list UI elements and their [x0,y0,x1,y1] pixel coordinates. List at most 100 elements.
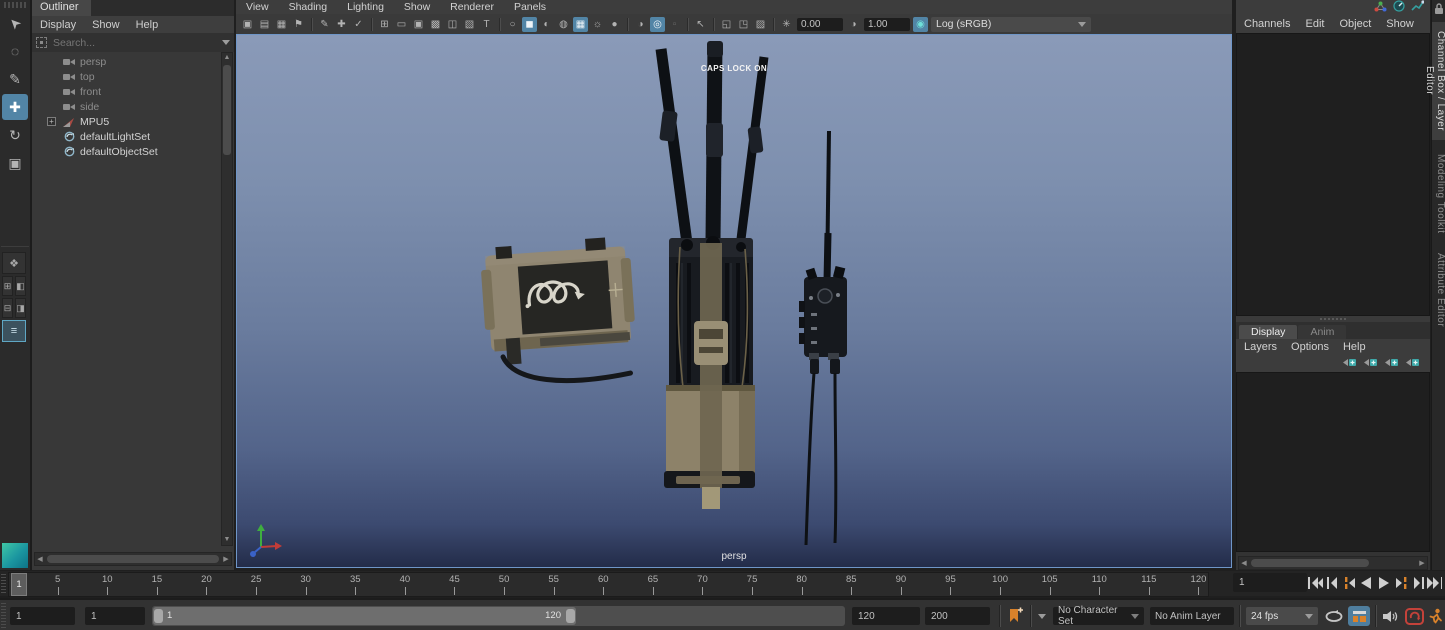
grease-pencil-icon[interactable]: ✓ [351,17,366,32]
range-end-handle[interactable] [566,609,575,623]
play-forwards-button[interactable] [1375,572,1391,594]
range-bar-grip[interactable] [1,603,6,629]
panel-splitter[interactable] [1236,316,1430,322]
search-options-caret-icon[interactable] [222,40,230,45]
move-layer-up-icon[interactable] [1343,357,1357,371]
time-slider-grip[interactable] [1,574,6,593]
viewport-menu-lighting[interactable]: Lighting [347,1,384,13]
texture-checker-icon[interactable]: ▦ [573,17,588,32]
isolate-select-icon[interactable]: ↖ [693,17,708,32]
motion-blur-icon[interactable]: ◑ [633,17,648,32]
xray-icon[interactable]: ◳ [736,17,751,32]
outliner-item-defaultObjectSet[interactable]: defaultObjectSet [32,144,222,159]
mute-speaker-icon[interactable] [1381,606,1401,626]
field-chart-icon[interactable]: ◫ [445,17,460,32]
view-transform-select[interactable]: Log (sRGB) [931,17,1091,32]
safe-title-icon[interactable]: T [479,17,494,32]
rotate-tool[interactable]: ↻ [2,122,28,148]
outliner-item-top[interactable]: top [32,69,222,84]
grid-icon[interactable]: ⊞ [377,17,392,32]
paint-select-tool[interactable]: ✎ [2,66,28,92]
pan-zoom-2d-icon[interactable]: ✚ [334,17,349,32]
persp-side-layout[interactable]: ◧ [15,276,26,296]
single-pane-layout[interactable]: ❖ [2,252,26,274]
channel-box-empty-area[interactable] [1236,33,1430,316]
outliner-horizontal-scrollbar[interactable]: ◀ ▶ [34,552,232,566]
graph-icon[interactable] [1411,0,1424,15]
playback-end-field[interactable]: 120 [852,607,920,625]
playback-range-bar[interactable]: 1 120 [153,607,576,625]
outliner-item-MPU5[interactable]: +MPU5 [32,114,222,129]
outliner-menu-help[interactable]: Help [136,19,159,31]
viewport-menu-renderer[interactable]: Renderer [450,1,494,13]
image-plane-icon[interactable]: ✎ [317,17,332,32]
tab-display[interactable]: Display [1239,325,1297,339]
range-slider-track[interactable]: 1 120 [152,606,845,626]
outliner-menu-display[interactable]: Display [40,19,76,31]
anim-layer-select[interactable]: No Anim Layer [1150,607,1234,625]
layer-editor-horizontal-scrollbar[interactable]: ◀ ▶ [1238,556,1428,570]
outliner-persp-layout[interactable]: ≡ [2,320,26,342]
filter-icon[interactable] [36,37,47,48]
scale-tool[interactable]: ▣ [2,150,28,176]
viewport-menu-shading[interactable]: Shading [289,1,328,13]
outliner-vertical-scrollbar[interactable]: ▲ ▼ [221,52,233,546]
model-manpack-radio[interactable] [659,41,764,509]
scrollbar-thumb[interactable] [223,65,231,155]
safe-action-icon[interactable]: ▧ [462,17,477,32]
scroll-up-icon[interactable]: ▲ [222,53,232,63]
layer-menu-layers[interactable]: Layers [1244,341,1277,353]
current-frame-marker[interactable]: 1 [11,573,27,596]
camera-attributes-icon[interactable]: ▤ [257,17,272,32]
play-backwards-button[interactable] [1358,572,1374,594]
set-key-icon[interactable] [1004,606,1024,626]
view-transform-icon[interactable]: ◉ [913,17,928,32]
expand-icon[interactable]: + [47,117,56,126]
screen-space-ao-icon[interactable]: ● [607,17,622,32]
stacked-pane-layout[interactable]: ⊟ [2,298,13,318]
layer-menu-options[interactable]: Options [1291,341,1329,353]
fps-select[interactable]: 24 fps [1246,607,1318,625]
viewport-menu-view[interactable]: View [246,1,269,13]
film-gate-icon[interactable]: ▭ [394,17,409,32]
layer-menu-help[interactable]: Help [1343,341,1366,353]
contrast-icon[interactable]: ◑ [846,17,861,32]
playback-start-field[interactable]: 1 [85,607,145,625]
go-to-start-button[interactable] [1307,572,1323,594]
camera-settings-icon[interactable]: ▦ [274,17,289,32]
search-input[interactable] [51,35,218,51]
xray-joints-icon[interactable]: ▨ [753,17,768,32]
outliner-item-front[interactable]: front [32,84,222,99]
channel-box-menu-edit[interactable]: Edit [1305,18,1324,30]
scroll-left-icon[interactable]: ◀ [35,555,45,563]
character-set-select[interactable]: No Character Set [1053,607,1144,625]
bookmark-icon[interactable]: ⚑ [291,17,306,32]
viewport-menu-panels[interactable]: Panels [514,1,546,13]
select-tool[interactable]: ➤ [2,10,28,36]
side-tab-attribute-editor[interactable]: Attribute Editor [1432,246,1445,334]
model-tablet-device[interactable] [479,236,638,387]
auto-keyframe-icon[interactable] [1404,606,1424,626]
resolution-gate-icon[interactable]: ▣ [411,17,426,32]
time-slider-track[interactable]: 5101520253035404550556065707580859095100… [8,572,1209,597]
move-tool[interactable]: ✚ [2,94,28,120]
outliner-item-persp[interactable]: persp [32,54,222,69]
exposure-field[interactable]: 0.00 [797,18,843,31]
wireframe-on-shaded-icon[interactable]: ◱ [719,17,734,32]
go-to-end-button[interactable] [1426,572,1442,594]
outliner-item-side[interactable]: side [32,99,222,114]
step-back-frame-button[interactable] [1324,572,1340,594]
tab-anim[interactable]: Anim [1298,325,1346,339]
current-frame-field[interactable]: 1 [1233,573,1307,592]
playback-loop-icon[interactable] [1324,606,1344,626]
channel-box-menu-object[interactable]: Object [1339,18,1371,30]
model-handheld-radio[interactable] [799,131,847,545]
playblast-icon[interactable] [1348,606,1370,626]
textured-icon[interactable]: ◐ [539,17,554,32]
lasso-tool[interactable]: ◌ [2,38,28,64]
split-pane-layout[interactable]: ◨ [15,298,26,318]
channel-box-menu-channels[interactable]: Channels [1244,18,1290,30]
move-layer-down-icon[interactable] [1364,357,1378,371]
step-forward-frame-button[interactable] [1409,572,1425,594]
layer-list-empty-area[interactable] [1236,372,1430,552]
